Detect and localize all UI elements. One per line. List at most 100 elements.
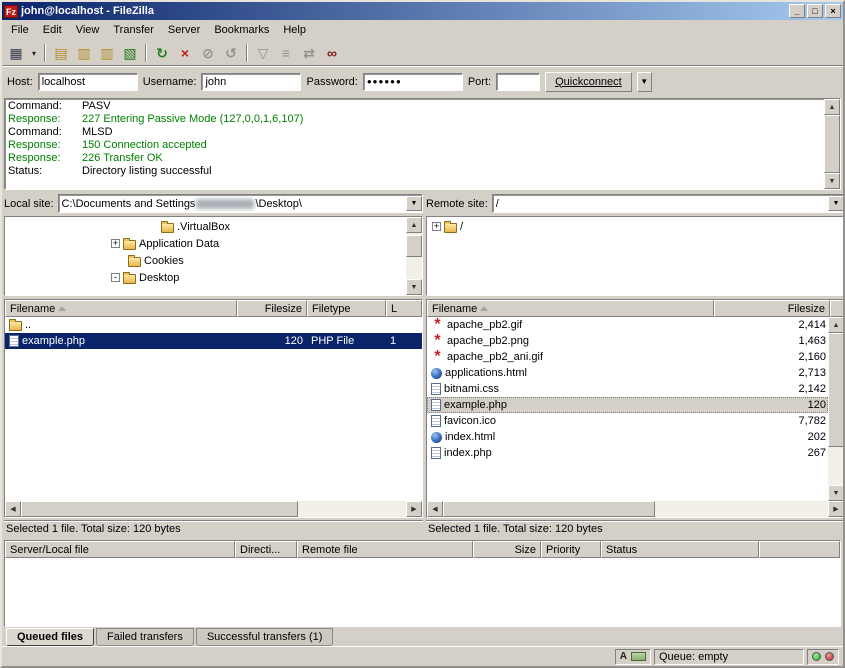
ascii-transfer-type-icon: A (620, 651, 627, 662)
image-file-icon (431, 320, 444, 330)
scroll-down-icon[interactable]: ▼ (824, 173, 840, 189)
toggle-remote-tree-icon[interactable]: ▥ (96, 42, 118, 64)
tree-item-application-data[interactable]: + Application Data (5, 235, 406, 252)
filezilla-logo-icon: Fz (4, 5, 18, 18)
menu-file[interactable]: File (4, 21, 36, 39)
refresh-icon[interactable]: ↻ (151, 42, 173, 64)
scroll-down-icon[interactable]: ▼ (828, 485, 844, 501)
titlebar[interactable]: Fz john@localhost - FileZilla _ □ × (2, 2, 843, 20)
column-header-filetype[interactable]: Filetype (307, 300, 386, 317)
queue-status-cell: Queue: empty (654, 649, 804, 665)
toggle-queue-icon[interactable]: ▧ (119, 42, 141, 64)
scroll-down-icon[interactable]: ▼ (406, 279, 422, 295)
file-row-example-php[interactable]: example.php 120 (427, 397, 828, 413)
image-file-icon (431, 336, 444, 346)
cancel-icon[interactable]: × (174, 42, 196, 64)
column-header-filename[interactable]: Filename (427, 300, 714, 317)
file-row[interactable]: applications.html 2,713 (427, 365, 828, 381)
column-header-filesize[interactable]: Filesize (714, 300, 830, 317)
file-row[interactable]: apache_pb2_ani.gif 2,160 (427, 349, 828, 365)
menu-transfer[interactable]: Transfer (106, 21, 161, 39)
sort-asc-icon (480, 306, 488, 311)
queue-column-priority[interactable]: Priority (541, 541, 601, 558)
tree-item-desktop[interactable]: - Desktop (5, 269, 406, 286)
log-line: Response:150 Connection accepted (8, 139, 821, 152)
tab-successful-transfers[interactable]: Successful transfers (1) (196, 628, 334, 646)
remote-list-hscrollbar[interactable]: ◀ ▶ (427, 501, 844, 517)
keyboard-indicator-icon (631, 652, 646, 661)
tree-item-root[interactable]: + / (427, 218, 844, 235)
find-files-icon[interactable]: ∞ (321, 42, 343, 64)
host-input[interactable] (38, 73, 138, 91)
username-input[interactable] (201, 73, 301, 91)
css-file-icon (431, 383, 441, 395)
statusbar: A Queue: empty (2, 646, 843, 666)
file-row[interactable]: index.html 202 (427, 429, 828, 445)
local-site-combo[interactable]: C:\Documents and Settings\Desktop\ ▼ (58, 194, 423, 213)
column-header-filesize[interactable]: Filesize (237, 300, 307, 317)
tree-item-cookies[interactable]: Cookies (5, 252, 406, 269)
site-manager-dropdown-icon[interactable]: ▾ (28, 42, 40, 64)
reconnect-icon[interactable]: ↺ (220, 42, 242, 64)
queue-column-status[interactable]: Status (601, 541, 759, 558)
port-input[interactable] (496, 73, 540, 91)
maximize-button[interactable]: □ (807, 4, 823, 18)
tree-item-virtualbox[interactable]: .VirtualBox (5, 218, 406, 235)
scroll-up-icon[interactable]: ▲ (406, 217, 422, 233)
file-row[interactable]: favicon.ico 7,782 (427, 413, 828, 429)
tab-failed-transfers[interactable]: Failed transfers (96, 628, 194, 646)
site-manager-icon[interactable]: ▦ (5, 42, 27, 64)
password-input[interactable] (363, 73, 463, 91)
scroll-left-icon[interactable]: ◀ (5, 501, 21, 517)
log-scrollbar[interactable]: ▲ ▼ (824, 99, 840, 189)
column-header-last-modified[interactable]: L (386, 300, 422, 317)
file-row[interactable]: bitnami.css 2,142 (427, 381, 828, 397)
local-tree-scrollbar[interactable]: ▲ ▼ (406, 217, 422, 295)
close-button[interactable]: × (825, 4, 841, 18)
scroll-right-icon[interactable]: ▶ (406, 501, 422, 517)
scroll-right-icon[interactable]: ▶ (828, 501, 844, 517)
file-row[interactable]: apache_pb2.png 1,463 (427, 333, 828, 349)
queue-column-server-local-file[interactable]: Server/Local file (5, 541, 235, 558)
local-directory-tree: .VirtualBox + Application Data Cookies - (4, 216, 423, 296)
username-label: Username: (143, 76, 197, 88)
php-file-icon (431, 447, 441, 459)
file-row[interactable]: index.php 267 (427, 445, 828, 461)
scroll-up-icon[interactable]: ▲ (824, 99, 840, 115)
remote-pane: Remote site: / ▼ + / Fi (426, 193, 845, 538)
disconnect-icon[interactable]: ⊘ (197, 42, 219, 64)
chevron-down-icon[interactable]: ▼ (828, 196, 844, 211)
menu-help[interactable]: Help (276, 21, 313, 39)
chevron-down-icon[interactable]: ▼ (406, 196, 422, 211)
toggle-local-tree-icon[interactable]: ▥ (73, 42, 95, 64)
remote-site-combo[interactable]: / ▼ (492, 194, 845, 213)
minimize-button[interactable]: _ (789, 4, 805, 18)
scroll-left-icon[interactable]: ◀ (427, 501, 443, 517)
collapse-icon[interactable]: - (111, 273, 120, 282)
scroll-up-icon[interactable]: ▲ (828, 317, 844, 333)
menu-bookmarks[interactable]: Bookmarks (207, 21, 276, 39)
tab-queued-files[interactable]: Queued files (6, 628, 94, 646)
menu-edit[interactable]: Edit (36, 21, 69, 39)
menu-server[interactable]: Server (161, 21, 207, 39)
local-site-label: Local site: (4, 198, 54, 210)
quickconnect-button[interactable]: Quickconnect (545, 72, 632, 92)
expand-icon[interactable]: + (432, 222, 441, 231)
compare-icon[interactable]: ≡ (275, 42, 297, 64)
sync-browsing-icon[interactable]: ⇄ (298, 42, 320, 64)
filter-icon[interactable]: ▽ (252, 42, 274, 64)
queue-column-remote-file[interactable]: Remote file (297, 541, 473, 558)
file-row-parent-dir[interactable]: .. (5, 317, 422, 333)
local-list-hscrollbar[interactable]: ◀ ▶ (5, 501, 422, 517)
queue-column-size[interactable]: Size (473, 541, 541, 558)
menu-view[interactable]: View (69, 21, 107, 39)
file-row-example-php[interactable]: example.php 120 PHP File 1 (5, 333, 422, 349)
toggle-log-icon[interactable]: ▤ (50, 42, 72, 64)
queue-column-direction[interactable]: Directi... (235, 541, 297, 558)
expand-icon[interactable]: + (111, 239, 120, 248)
quickconnect-dropdown-icon[interactable]: ▼ (637, 72, 652, 92)
file-row[interactable]: apache_pb2.gif 2,414 (427, 317, 828, 333)
column-header-filename[interactable]: Filename (5, 300, 237, 317)
port-label: Port: (468, 76, 491, 88)
remote-list-scrollbar[interactable]: ▲ ▼ (828, 317, 844, 501)
